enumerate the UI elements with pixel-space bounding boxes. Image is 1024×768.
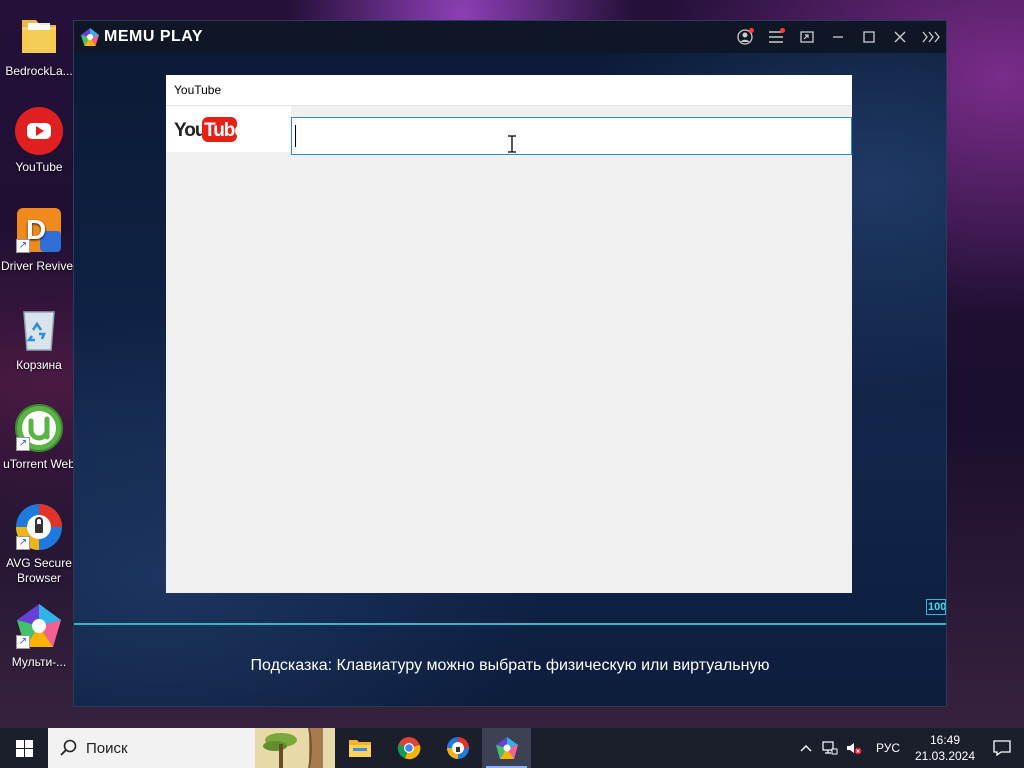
- desktop-icon-label: BedrockLa...: [5, 64, 73, 78]
- progress-line: [74, 623, 946, 625]
- memu-icon: [495, 737, 518, 759]
- taskbar-clock[interactable]: 16:49 21.03.2024: [910, 732, 980, 764]
- svg-text:Tube: Tube: [204, 120, 238, 141]
- taskbar-search-placeholder: Поиск: [86, 739, 128, 757]
- keyboard-hint: Подсказка: Клавиатуру можно выбрать физи…: [250, 657, 770, 674]
- file-explorer-icon: [348, 740, 371, 757]
- chrome-icon: [397, 737, 420, 760]
- notifications-icon[interactable]: [980, 728, 1024, 768]
- account-icon[interactable]: [729, 21, 760, 53]
- desktop-icon-label: Корзина: [16, 358, 62, 372]
- text-caret: [295, 125, 296, 147]
- youtube-header: You Tube: [166, 106, 852, 155]
- memu-controls: [729, 21, 946, 53]
- app-window-title: YouTube: [166, 75, 852, 106]
- notification-dot: [780, 28, 785, 33]
- youtube-app-window: YouTube You Tube: [166, 75, 852, 593]
- desktop-icon-label: Driver Reviver: [0, 259, 77, 273]
- memu-logo-icon: [81, 28, 99, 46]
- memu-multi-icon: ↗: [14, 601, 64, 651]
- search-icon: [60, 739, 77, 756]
- system-tray: РУС 16:49 21.03.2024: [794, 728, 1024, 768]
- driver-reviver-icon: D ↗: [14, 205, 64, 255]
- memu-logo: MEMU PLAY: [80, 27, 203, 47]
- youtube-icon: [14, 106, 64, 156]
- notification-dot: [749, 28, 754, 33]
- memu-titlebar[interactable]: MEMU PLAY: [74, 21, 946, 53]
- svg-text:You: You: [174, 120, 206, 141]
- progress-badge: 100: [926, 599, 946, 615]
- desktop-icon-multi-memu[interactable]: ↗ Мульти-...: [0, 601, 78, 670]
- folder-icon: [14, 10, 64, 60]
- shortcut-arrow-icon: ↗: [16, 239, 30, 253]
- desktop-icon-avg-browser[interactable]: ↗ AVG Secure Browser: [0, 502, 78, 586]
- taskbar-chrome[interactable]: [384, 728, 433, 768]
- taskbar: Поиск РУС 16:49 21.03.2024: [0, 728, 1024, 768]
- clock-time: 16:49: [929, 733, 961, 747]
- desktop-icon-driver-reviver[interactable]: D ↗ Driver Reviver: [0, 205, 78, 274]
- desktop-icon-utorrent-web[interactable]: ↗ uTorrent Web: [0, 403, 78, 472]
- utorrent-icon: ↗: [14, 403, 64, 453]
- desktop-icon-label: AVG Secure Browser: [6, 556, 72, 585]
- close-icon[interactable]: [884, 21, 915, 53]
- clock-date: 21.03.2024: [914, 749, 976, 763]
- minimize-icon[interactable]: [822, 21, 853, 53]
- taskbar-memu[interactable]: [482, 728, 531, 768]
- volume-muted-icon[interactable]: [842, 728, 866, 768]
- start-button[interactable]: [0, 728, 48, 768]
- youtube-logo[interactable]: You Tube: [166, 106, 291, 152]
- desktop-icon-label: Мульти-...: [11, 655, 67, 669]
- search-highlight-illustration-icon: [255, 728, 335, 768]
- taskbar-search[interactable]: Поиск: [48, 728, 335, 768]
- desktop-icon-label: YouTube: [15, 160, 63, 174]
- memu-title: MEMU PLAY: [104, 28, 204, 45]
- taskbar-file-explorer[interactable]: [335, 728, 384, 768]
- ibeam-cursor-icon: [508, 135, 516, 153]
- avg-browser-icon: ↗: [14, 502, 64, 552]
- memu-window: MEMU PLAY YouTube You Tub 100 Подсказка:…: [73, 20, 947, 707]
- avg-browser-icon: [446, 737, 469, 759]
- screen-icon[interactable]: [791, 21, 822, 53]
- desktop-icon-youtube[interactable]: YouTube: [0, 106, 78, 175]
- taskbar-avg-browser[interactable]: [433, 728, 482, 768]
- language-indicator[interactable]: РУС: [866, 741, 910, 755]
- search-input[interactable]: [291, 117, 852, 155]
- desktop-icon-label: uTorrent Web: [3, 457, 75, 471]
- shortcut-arrow-icon: ↗: [16, 437, 30, 451]
- maximize-icon[interactable]: [853, 21, 884, 53]
- network-icon[interactable]: [818, 728, 842, 768]
- tray-overflow-icon[interactable]: [794, 728, 818, 768]
- desktop-icon-recycle-bin[interactable]: Корзина: [0, 304, 78, 373]
- menu-icon[interactable]: [760, 21, 791, 53]
- shortcut-arrow-icon: ↗: [16, 536, 30, 550]
- windows-icon: [15, 739, 33, 757]
- sidebar-toggle-icon[interactable]: [915, 21, 946, 53]
- youtube-logo-icon: You Tube: [174, 117, 238, 142]
- desktop-icon-bedrocklauncher[interactable]: BedrockLa...: [0, 10, 78, 79]
- recycle-bin-icon: [14, 304, 64, 354]
- shortcut-arrow-icon: ↗: [16, 635, 30, 649]
